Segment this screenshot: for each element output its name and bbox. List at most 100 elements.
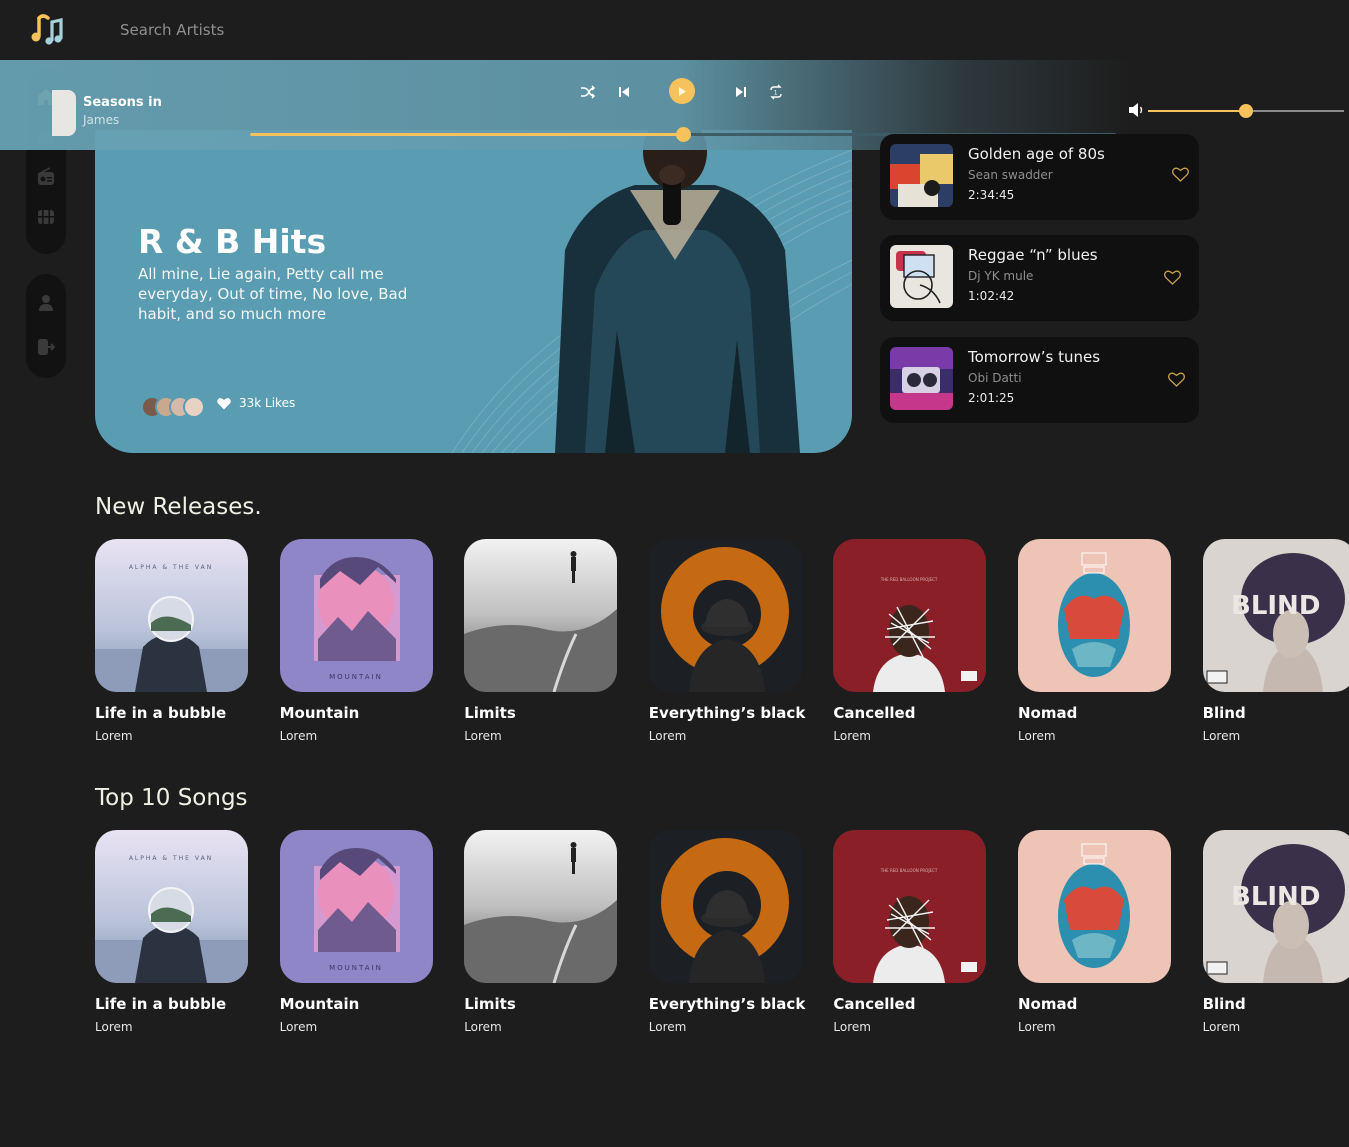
album-card[interactable]: ALPHA & THE VAN Life in a bubble Lorem xyxy=(95,830,248,1034)
search-input[interactable] xyxy=(108,14,408,46)
profile-icon[interactable] xyxy=(35,292,57,314)
album-subtitle: Lorem xyxy=(833,1020,871,1034)
shuffle-icon[interactable] xyxy=(578,82,598,102)
album-card[interactable]: Everything’s black Lorem xyxy=(648,539,806,743)
album-card[interactable]: MOUNTAIN Mountain Lorem xyxy=(279,539,433,743)
heart-icon[interactable] xyxy=(1164,270,1181,289)
top-songs-heading: Top 10 Songs xyxy=(95,785,248,811)
video-icon[interactable] xyxy=(35,206,57,228)
album-cover[interactable] xyxy=(464,539,618,692)
avatar xyxy=(183,396,205,418)
album-title[interactable]: Life in a bubble xyxy=(95,704,248,722)
logout-icon[interactable] xyxy=(35,336,57,358)
playlist-title: Tomorrow’s tunes xyxy=(968,348,1101,366)
likes-label: 33k Likes xyxy=(239,396,296,410)
play-icon xyxy=(679,86,686,96)
album-title[interactable]: Limits xyxy=(464,995,617,1013)
svg-text:MOUNTAIN: MOUNTAIN xyxy=(329,964,383,972)
playlist-cover xyxy=(890,347,953,410)
album-cover[interactable] xyxy=(1018,830,1171,983)
album-cover[interactable]: ALPHA & THE VAN xyxy=(95,830,248,983)
album-card[interactable]: Nomad Lorem xyxy=(1018,539,1171,743)
repeat-icon[interactable]: 1 xyxy=(766,82,786,102)
album-cover[interactable]: ALPHA & THE VAN xyxy=(95,539,248,692)
volume-slider[interactable] xyxy=(1148,104,1344,118)
playback-progress-fill xyxy=(250,133,683,136)
album-cover[interactable] xyxy=(648,830,802,983)
album-title[interactable]: Everything’s black xyxy=(649,704,806,722)
album-cover[interactable]: MOUNTAIN xyxy=(279,539,433,692)
playlist-title: Reggae “n” blues xyxy=(968,246,1098,264)
hero-description: All mine, Lie again, Petty call me every… xyxy=(138,265,408,323)
playback-progress-handle[interactable] xyxy=(676,127,691,142)
album-cover[interactable]: BLIND xyxy=(1202,539,1349,692)
album-card[interactable]: ALPHA & THE VAN Life in a bubble Lorem xyxy=(95,539,248,743)
album-card[interactable]: BLIND Blind Lorem xyxy=(1202,539,1349,743)
svg-text:BLIND: BLIND xyxy=(1231,882,1320,912)
album-card[interactable]: Everything’s black Lorem xyxy=(648,830,806,1034)
previous-icon[interactable] xyxy=(614,82,634,102)
likes-count[interactable]: 33k Likes xyxy=(217,396,295,410)
album-cover[interactable]: THE RED BALLOON PROJECT xyxy=(833,830,987,983)
album-title[interactable]: Life in a bubble xyxy=(95,995,248,1013)
playlist-card[interactable]: Tomorrow’s tunes Obi Datti 2:01:25 xyxy=(880,337,1199,423)
radio-icon[interactable] xyxy=(35,166,57,188)
album-cover[interactable] xyxy=(1018,539,1171,692)
album-card[interactable]: Limits Lorem xyxy=(464,830,618,1034)
album-card[interactable]: Limits Lorem xyxy=(464,539,618,743)
album-subtitle: Lorem xyxy=(464,1020,502,1034)
album-card[interactable]: Nomad Lorem xyxy=(1018,830,1171,1034)
album-cover[interactable]: MOUNTAIN xyxy=(279,830,433,983)
album-title[interactable]: Cancelled xyxy=(833,995,986,1013)
playlist-card[interactable]: Reggae “n” blues Dj YK mule 1:02:42 xyxy=(880,235,1199,321)
album-title[interactable]: Mountain xyxy=(280,995,433,1013)
album-title[interactable]: Blind xyxy=(1203,704,1349,722)
playlist-cover xyxy=(890,245,953,308)
play-button[interactable] xyxy=(669,78,695,104)
album-subtitle: Lorem xyxy=(833,729,871,743)
album-subtitle: Lorem xyxy=(1018,729,1056,743)
volume-handle[interactable] xyxy=(1239,104,1253,118)
featured-playlist-banner[interactable]: R & B Hits All mine, Lie again, Petty ca… xyxy=(95,130,852,453)
volume-fill xyxy=(1148,110,1246,112)
album-title[interactable]: Blind xyxy=(1203,995,1349,1013)
playlist-duration: 2:34:45 xyxy=(968,188,1015,202)
album-cover[interactable] xyxy=(464,830,618,983)
album-subtitle: Lorem xyxy=(1018,1020,1056,1034)
album-card[interactable]: THE RED BALLOON PROJECT Cancelled Lorem xyxy=(833,539,987,743)
app-logo[interactable] xyxy=(28,10,64,46)
heart-icon[interactable] xyxy=(1168,372,1185,391)
album-subtitle: Lorem xyxy=(95,729,133,743)
playlist-artist: Dj YK mule xyxy=(968,269,1034,283)
album-subtitle: Lorem xyxy=(648,1020,687,1034)
album-subtitle: Lorem xyxy=(1202,729,1241,743)
album-subtitle: Lorem xyxy=(279,1020,318,1034)
now-playing-cover[interactable] xyxy=(52,90,76,136)
heart-icon xyxy=(217,397,231,409)
album-cover[interactable]: BLIND xyxy=(1202,830,1349,983)
playlist-duration: 1:02:42 xyxy=(968,289,1015,303)
svg-text:MOUNTAIN: MOUNTAIN xyxy=(329,673,383,681)
album-title[interactable]: Nomad xyxy=(1018,995,1171,1013)
playlist-card[interactable]: Golden age of 80s Sean swadder 2:34:45 xyxy=(880,134,1199,220)
album-card[interactable]: THE RED BALLOON PROJECT Cancelled Lorem xyxy=(833,830,987,1034)
artist-photo xyxy=(555,130,800,453)
heart-icon[interactable] xyxy=(1172,167,1189,186)
album-card[interactable]: BLIND Blind Lorem xyxy=(1202,830,1349,1034)
playlist-duration: 2:01:25 xyxy=(968,391,1015,405)
new-releases-heading: New Releases. xyxy=(95,494,262,520)
album-subtitle: Lorem xyxy=(648,729,687,743)
album-cover[interactable]: THE RED BALLOON PROJECT xyxy=(833,539,987,692)
volume-icon[interactable] xyxy=(1128,102,1146,122)
album-subtitle: Lorem xyxy=(95,1020,133,1034)
album-title[interactable]: Cancelled xyxy=(833,704,986,722)
next-icon[interactable] xyxy=(731,82,751,102)
album-title[interactable]: Mountain xyxy=(280,704,433,722)
album-title[interactable]: Nomad xyxy=(1018,704,1171,722)
album-title[interactable]: Limits xyxy=(464,704,617,722)
album-cover[interactable] xyxy=(648,539,802,692)
album-title[interactable]: Everything’s black xyxy=(649,995,806,1013)
listener-avatars xyxy=(141,396,205,418)
album-card[interactable]: MOUNTAIN Mountain Lorem xyxy=(279,830,433,1034)
now-playing-artist: James xyxy=(83,113,120,127)
